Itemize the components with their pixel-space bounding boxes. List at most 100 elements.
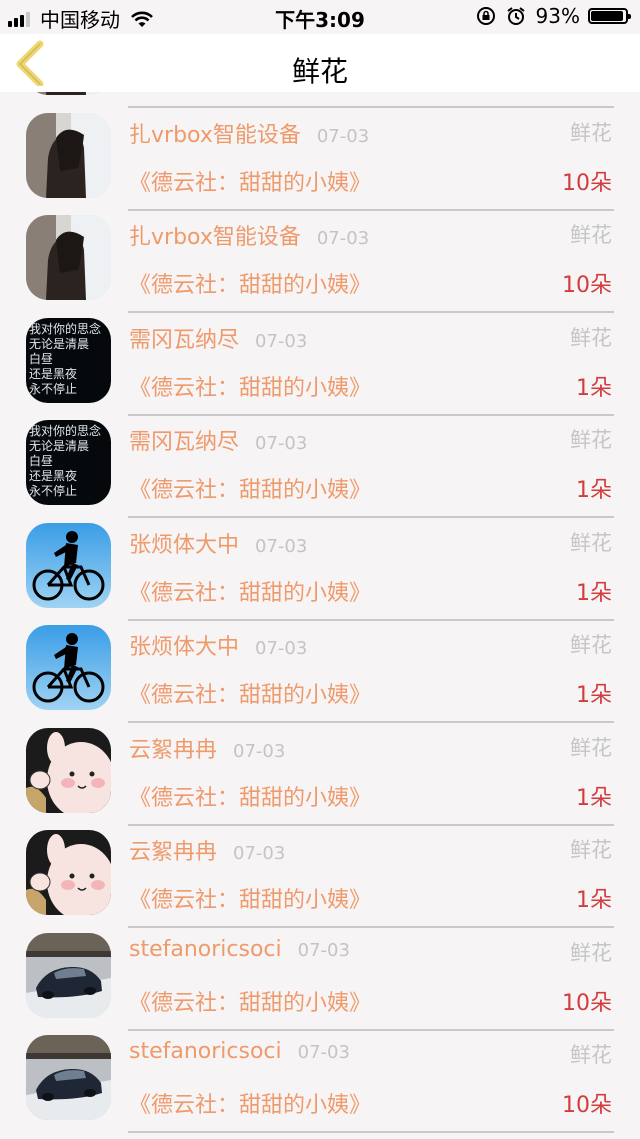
- sender-name-text: 扎vrbox智能设备: [129, 122, 301, 148]
- gift-target: 《德云社：甜甜的小姨》: [129, 580, 372, 606]
- avatar-text-line: 还是黑夜: [29, 366, 77, 381]
- list-item[interactable]: 扎vrbox智能设备 07-03 鲜花《德云社：甜甜的小姨》 10朵: [0, 195, 640, 313]
- avatar-text-line: 无论是清晨: [29, 337, 89, 351]
- gift-target: 《德云社：甜甜的小姨》: [129, 785, 372, 811]
- status-right: 93%: [476, 4, 631, 28]
- avatar-text-line: 还是黑夜: [29, 468, 77, 483]
- gift-count: 1朵: [576, 580, 612, 606]
- gift-target: 《德云社：甜甜的小姨》: [129, 990, 372, 1016]
- send-date: 07-03: [255, 433, 308, 454]
- page-title: 鲜花: [291, 55, 348, 88]
- wifi-icon: [131, 11, 153, 27]
- avatar[interactable]: [26, 830, 111, 915]
- gift-category: 鲜花: [570, 223, 612, 247]
- list-item[interactable]: 我对你的思念 无论是清晨 白昼 还是黑夜 永不停止 需冈瓦纳尽 07-03 鲜花《德云社：甜甜…: [0, 298, 640, 416]
- sender-name: 张烦体大中 07-03: [129, 527, 307, 559]
- send-date: 07-03: [297, 939, 350, 961]
- avatar-text-line: 永不停止: [29, 381, 77, 396]
- gift-target: 《德云社：甜甜的小姨》: [129, 273, 372, 298]
- gift-target: 《德云社：甜甜的小姨》: [129, 375, 372, 401]
- send-date: 07-03: [255, 638, 308, 659]
- avatar[interactable]: [26, 215, 111, 300]
- send-date: 07-03: [316, 125, 370, 147]
- sender-name-text: 云絮冉冉: [129, 737, 218, 763]
- sender-name: stefanoricsoci 07-03: [129, 1039, 350, 1064]
- status-left: 中国移动: [8, 4, 154, 33]
- gift-category: 鲜花: [570, 633, 612, 657]
- sender-name-text: 张烦体大中: [129, 532, 240, 558]
- avatar[interactable]: [26, 1035, 111, 1120]
- list-item[interactable]: 扎vrbox智能设备 07-03 鲜花《德云社：甜甜的小姨》 10朵: [0, 93, 640, 211]
- sender-name: 张烦体大中 07-03: [129, 629, 307, 661]
- list-item[interactable]: 我对你的思念 无论是清晨 白昼 还是黑夜 永不停止 需冈瓦纳尽 07-03 鲜花《德云社：甜甜…: [0, 400, 640, 518]
- sender-name: stefanoricsoci 07-03: [129, 937, 350, 962]
- gift-target: 《德云社：甜甜的小姨》: [129, 888, 372, 913]
- send-date: 07-03: [255, 330, 308, 352]
- avatar[interactable]: 我对你的思念 无论是清晨 白昼 还是黑夜 永不停止: [26, 317, 111, 403]
- gift-target: 《德云社：甜甜的小姨》: [129, 170, 372, 196]
- sender-name: 需冈瓦纳尽 07-03: [129, 424, 307, 456]
- list-item[interactable]: 张烦体大中 07-03 鲜花《德云社：甜甜的小姨》 1朵: [0, 503, 640, 621]
- list-item[interactable]: 云絮冉冉 07-03 鲜花《德云社：甜甜的小姨》 1朵: [0, 708, 640, 826]
- gift-count: 10朵: [562, 990, 612, 1016]
- gift-count: 1朵: [576, 478, 612, 503]
- signal-icon: [8, 11, 32, 27]
- gift-category: 鲜花: [570, 530, 612, 555]
- gift-count: 1朵: [576, 785, 612, 811]
- avatar[interactable]: [26, 112, 111, 198]
- gift-category: 鲜花: [570, 428, 612, 452]
- send-date: 07-03: [233, 740, 286, 762]
- send-date: 07-03: [255, 535, 308, 557]
- gift-count: 10朵: [562, 170, 612, 196]
- status-bar: 中国移动 下午3:09 93%: [0, 0, 640, 34]
- send-date: 07-03: [233, 843, 286, 864]
- avatar-text-line: 我对你的思念: [29, 423, 101, 438]
- gift-category: 鲜花: [570, 735, 612, 760]
- gift-list[interactable]: 《德云社：甜甜的小姨》1朵扎vrbox智能设备07-03鲜花《德云社：甜甜的小姨…: [0, 92, 640, 1139]
- battery-fill: [591, 11, 623, 21]
- avatar[interactable]: [26, 522, 111, 608]
- sender-name: 需冈瓦纳尽 07-03: [129, 322, 307, 354]
- send-date: 07-03: [316, 228, 370, 249]
- back-button[interactable]: [10, 40, 54, 88]
- sender-name: 扎vrbox智能设备 07-03: [129, 117, 369, 149]
- avatar-text-line: 我对你的思念: [29, 321, 101, 336]
- sender-name: 云絮冉冉 07-03: [129, 834, 285, 866]
- list-item[interactable]: stefanoricsoci 07-03 鲜花《德云社：甜甜的小姨》 10朵: [0, 1015, 640, 1133]
- gift-category: 鲜花: [570, 325, 612, 350]
- avatar[interactable]: [26, 727, 111, 813]
- battery-icon: [588, 8, 631, 24]
- gift-count: 10朵: [562, 273, 612, 298]
- sender-name-text: 张烦体大中: [129, 635, 240, 660]
- sender-name-text: stefanoricsoci: [129, 1039, 282, 1064]
- list-item[interactable]: 云絮冉冉 07-03 鲜花 《德云社：甜甜的小姨》 1朵: [0, 810, 640, 928]
- gift-target: 《德云社：甜甜的小姨》: [129, 478, 372, 503]
- gift-count: 1朵: [576, 683, 612, 708]
- sender-name: 扎vrbox智能设备 07-03: [129, 219, 369, 251]
- avatar[interactable]: [26, 932, 111, 1018]
- gift-target: 《德云社：甜甜的小姨》: [129, 1093, 372, 1118]
- chevron-left-icon: [16, 40, 44, 88]
- avatar-text-line: 无论是清晨: [29, 439, 89, 453]
- sender-name: 云絮冉冉 07-03: [129, 732, 285, 764]
- list-item[interactable]: stefanoricsoci 07-03 鲜花 《德云社：甜甜的小姨》 10朵: [0, 913, 640, 1031]
- orientation-lock-icon: [476, 7, 495, 25]
- sender-name-text: 扎vrbox智能设备: [129, 225, 301, 250]
- gift-category: 鲜花: [570, 838, 612, 862]
- sender-name-text: 需冈瓦纳尽: [129, 430, 240, 455]
- send-date: 07-03: [297, 1042, 350, 1063]
- gift-count: 1朵: [576, 375, 612, 401]
- gift-category: 鲜花: [570, 120, 612, 145]
- avatar-text-line: 白昼: [29, 453, 53, 468]
- nav-bar: 鲜花: [0, 34, 640, 92]
- list-item[interactable]: 张烦体大中 07-03 鲜花 《德云社：甜甜的小姨》 1朵: [0, 605, 640, 723]
- divider: [128, 1131, 614, 1133]
- sender-name-text: 云絮冉冉: [129, 840, 218, 865]
- gift-count: 10朵: [562, 1093, 612, 1118]
- gift-category: 鲜花: [570, 1043, 612, 1067]
- sender-name-text: 需冈瓦纳尽: [129, 327, 240, 353]
- avatar[interactable]: [26, 625, 111, 710]
- avatar[interactable]: 我对你的思念 无论是清晨 白昼 还是黑夜 永不停止: [26, 420, 111, 505]
- battery-percent: 93%: [535, 4, 580, 28]
- alarm-icon: [506, 7, 525, 25]
